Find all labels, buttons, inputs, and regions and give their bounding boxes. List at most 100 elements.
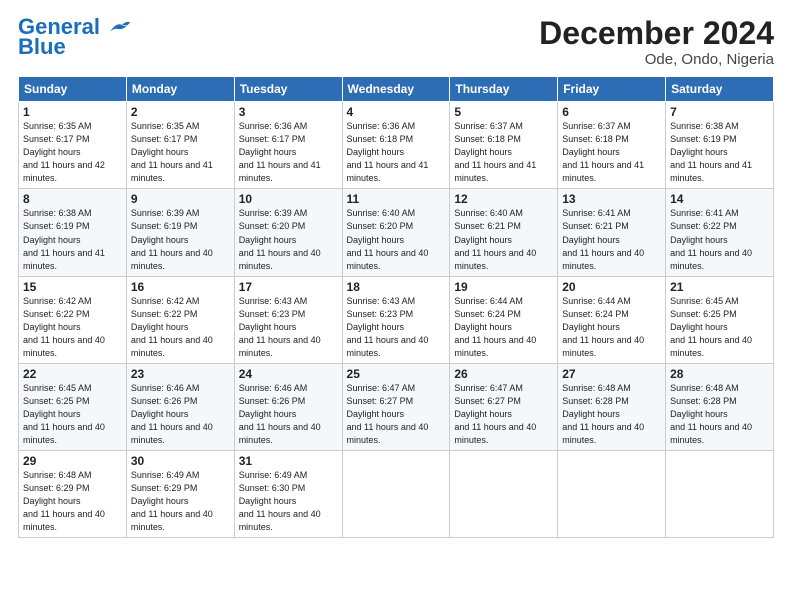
calendar-day-cell: 25 Sunrise: 6:47 AMSunset: 6:27 PMDaylig… <box>342 363 450 450</box>
location: Ode, Ondo, Nigeria <box>539 51 774 68</box>
day-info: Sunrise: 6:42 AMSunset: 6:22 PMDaylight … <box>23 295 122 360</box>
day-info: Sunrise: 6:38 AMSunset: 6:19 PMDaylight … <box>670 120 769 185</box>
day-number: 2 <box>131 105 230 119</box>
day-number: 10 <box>239 192 338 206</box>
calendar-week-row: 15 Sunrise: 6:42 AMSunset: 6:22 PMDaylig… <box>19 276 774 363</box>
day-info: Sunrise: 6:47 AMSunset: 6:27 PMDaylight … <box>454 382 553 447</box>
calendar-day-cell: 22 Sunrise: 6:45 AMSunset: 6:25 PMDaylig… <box>19 363 127 450</box>
day-number: 14 <box>670 192 769 206</box>
calendar-day-cell: 20 Sunrise: 6:44 AMSunset: 6:24 PMDaylig… <box>558 276 666 363</box>
day-info: Sunrise: 6:48 AMSunset: 6:28 PMDaylight … <box>670 382 769 447</box>
calendar-day-cell: 6 Sunrise: 6:37 AMSunset: 6:18 PMDayligh… <box>558 102 666 189</box>
calendar-day-cell: 11 Sunrise: 6:40 AMSunset: 6:20 PMDaylig… <box>342 189 450 276</box>
logo-bird-icon <box>108 20 130 36</box>
day-number: 16 <box>131 280 230 294</box>
day-number: 15 <box>23 280 122 294</box>
calendar-day-cell: 4 Sunrise: 6:36 AMSunset: 6:18 PMDayligh… <box>342 102 450 189</box>
calendar-week-row: 29 Sunrise: 6:48 AMSunset: 6:29 PMDaylig… <box>19 451 774 538</box>
calendar-table: SundayMondayTuesdayWednesdayThursdayFrid… <box>18 76 774 538</box>
day-info: Sunrise: 6:41 AMSunset: 6:21 PMDaylight … <box>562 207 661 272</box>
day-number: 24 <box>239 367 338 381</box>
day-number: 9 <box>131 192 230 206</box>
day-info: Sunrise: 6:35 AMSunset: 6:17 PMDaylight … <box>131 120 230 185</box>
day-number: 13 <box>562 192 661 206</box>
calendar-day-cell: 1 Sunrise: 6:35 AMSunset: 6:17 PMDayligh… <box>19 102 127 189</box>
calendar-week-row: 22 Sunrise: 6:45 AMSunset: 6:25 PMDaylig… <box>19 363 774 450</box>
day-number: 17 <box>239 280 338 294</box>
col-header-monday: Monday <box>126 77 234 102</box>
calendar-day-cell: 18 Sunrise: 6:43 AMSunset: 6:23 PMDaylig… <box>342 276 450 363</box>
day-number: 7 <box>670 105 769 119</box>
day-number: 20 <box>562 280 661 294</box>
calendar-day-cell: 24 Sunrise: 6:46 AMSunset: 6:26 PMDaylig… <box>234 363 342 450</box>
calendar-day-cell: 26 Sunrise: 6:47 AMSunset: 6:27 PMDaylig… <box>450 363 558 450</box>
day-number: 30 <box>131 454 230 468</box>
calendar-day-cell: 15 Sunrise: 6:42 AMSunset: 6:22 PMDaylig… <box>19 276 127 363</box>
col-header-friday: Friday <box>558 77 666 102</box>
day-number: 31 <box>239 454 338 468</box>
day-info: Sunrise: 6:49 AMSunset: 6:30 PMDaylight … <box>239 469 338 534</box>
calendar-day-cell: 16 Sunrise: 6:42 AMSunset: 6:22 PMDaylig… <box>126 276 234 363</box>
calendar-day-cell: 29 Sunrise: 6:48 AMSunset: 6:29 PMDaylig… <box>19 451 127 538</box>
col-header-tuesday: Tuesday <box>234 77 342 102</box>
day-number: 25 <box>347 367 446 381</box>
col-header-saturday: Saturday <box>666 77 774 102</box>
calendar-day-cell: 3 Sunrise: 6:36 AMSunset: 6:17 PMDayligh… <box>234 102 342 189</box>
calendar-day-cell: 2 Sunrise: 6:35 AMSunset: 6:17 PMDayligh… <box>126 102 234 189</box>
day-info: Sunrise: 6:37 AMSunset: 6:18 PMDaylight … <box>562 120 661 185</box>
calendar-day-cell: 5 Sunrise: 6:37 AMSunset: 6:18 PMDayligh… <box>450 102 558 189</box>
day-number: 12 <box>454 192 553 206</box>
col-header-sunday: Sunday <box>19 77 127 102</box>
calendar-day-cell: 7 Sunrise: 6:38 AMSunset: 6:19 PMDayligh… <box>666 102 774 189</box>
day-number: 3 <box>239 105 338 119</box>
calendar-day-cell: 17 Sunrise: 6:43 AMSunset: 6:23 PMDaylig… <box>234 276 342 363</box>
calendar-day-cell: 12 Sunrise: 6:40 AMSunset: 6:21 PMDaylig… <box>450 189 558 276</box>
day-info: Sunrise: 6:35 AMSunset: 6:17 PMDaylight … <box>23 120 122 185</box>
day-info: Sunrise: 6:46 AMSunset: 6:26 PMDaylight … <box>131 382 230 447</box>
calendar-body: 1 Sunrise: 6:35 AMSunset: 6:17 PMDayligh… <box>19 102 774 538</box>
day-info: Sunrise: 6:37 AMSunset: 6:18 PMDaylight … <box>454 120 553 185</box>
logo-blue: Blue <box>18 36 66 58</box>
day-info: Sunrise: 6:43 AMSunset: 6:23 PMDaylight … <box>239 295 338 360</box>
title-block: December 2024 Ode, Ondo, Nigeria <box>539 16 774 68</box>
col-header-wednesday: Wednesday <box>342 77 450 102</box>
calendar-day-cell: 19 Sunrise: 6:44 AMSunset: 6:24 PMDaylig… <box>450 276 558 363</box>
col-header-thursday: Thursday <box>450 77 558 102</box>
month-title: December 2024 <box>539 16 774 51</box>
day-info: Sunrise: 6:40 AMSunset: 6:21 PMDaylight … <box>454 207 553 272</box>
day-info: Sunrise: 6:45 AMSunset: 6:25 PMDaylight … <box>670 295 769 360</box>
day-info: Sunrise: 6:44 AMSunset: 6:24 PMDaylight … <box>454 295 553 360</box>
day-info: Sunrise: 6:43 AMSunset: 6:23 PMDaylight … <box>347 295 446 360</box>
day-number: 8 <box>23 192 122 206</box>
header: General Blue December 2024 Ode, Ondo, Ni… <box>18 16 774 68</box>
calendar-day-cell: 10 Sunrise: 6:39 AMSunset: 6:20 PMDaylig… <box>234 189 342 276</box>
day-info: Sunrise: 6:39 AMSunset: 6:20 PMDaylight … <box>239 207 338 272</box>
day-number: 23 <box>131 367 230 381</box>
calendar-day-cell <box>558 451 666 538</box>
calendar-day-cell <box>342 451 450 538</box>
calendar-day-cell <box>450 451 558 538</box>
day-info: Sunrise: 6:39 AMSunset: 6:19 PMDaylight … <box>131 207 230 272</box>
day-info: Sunrise: 6:41 AMSunset: 6:22 PMDaylight … <box>670 207 769 272</box>
day-info: Sunrise: 6:36 AMSunset: 6:17 PMDaylight … <box>239 120 338 185</box>
day-info: Sunrise: 6:36 AMSunset: 6:18 PMDaylight … <box>347 120 446 185</box>
day-info: Sunrise: 6:38 AMSunset: 6:19 PMDaylight … <box>23 207 122 272</box>
day-number: 11 <box>347 192 446 206</box>
day-number: 27 <box>562 367 661 381</box>
day-info: Sunrise: 6:40 AMSunset: 6:20 PMDaylight … <box>347 207 446 272</box>
day-number: 6 <box>562 105 661 119</box>
day-number: 28 <box>670 367 769 381</box>
calendar-day-cell: 21 Sunrise: 6:45 AMSunset: 6:25 PMDaylig… <box>666 276 774 363</box>
calendar-day-cell: 30 Sunrise: 6:49 AMSunset: 6:29 PMDaylig… <box>126 451 234 538</box>
day-number: 21 <box>670 280 769 294</box>
day-info: Sunrise: 6:48 AMSunset: 6:29 PMDaylight … <box>23 469 122 534</box>
calendar-day-cell: 9 Sunrise: 6:39 AMSunset: 6:19 PMDayligh… <box>126 189 234 276</box>
day-info: Sunrise: 6:47 AMSunset: 6:27 PMDaylight … <box>347 382 446 447</box>
calendar-day-cell: 14 Sunrise: 6:41 AMSunset: 6:22 PMDaylig… <box>666 189 774 276</box>
day-number: 19 <box>454 280 553 294</box>
page: General Blue December 2024 Ode, Ondo, Ni… <box>0 0 792 612</box>
calendar-day-cell: 23 Sunrise: 6:46 AMSunset: 6:26 PMDaylig… <box>126 363 234 450</box>
calendar-day-cell: 28 Sunrise: 6:48 AMSunset: 6:28 PMDaylig… <box>666 363 774 450</box>
day-number: 18 <box>347 280 446 294</box>
day-info: Sunrise: 6:45 AMSunset: 6:25 PMDaylight … <box>23 382 122 447</box>
